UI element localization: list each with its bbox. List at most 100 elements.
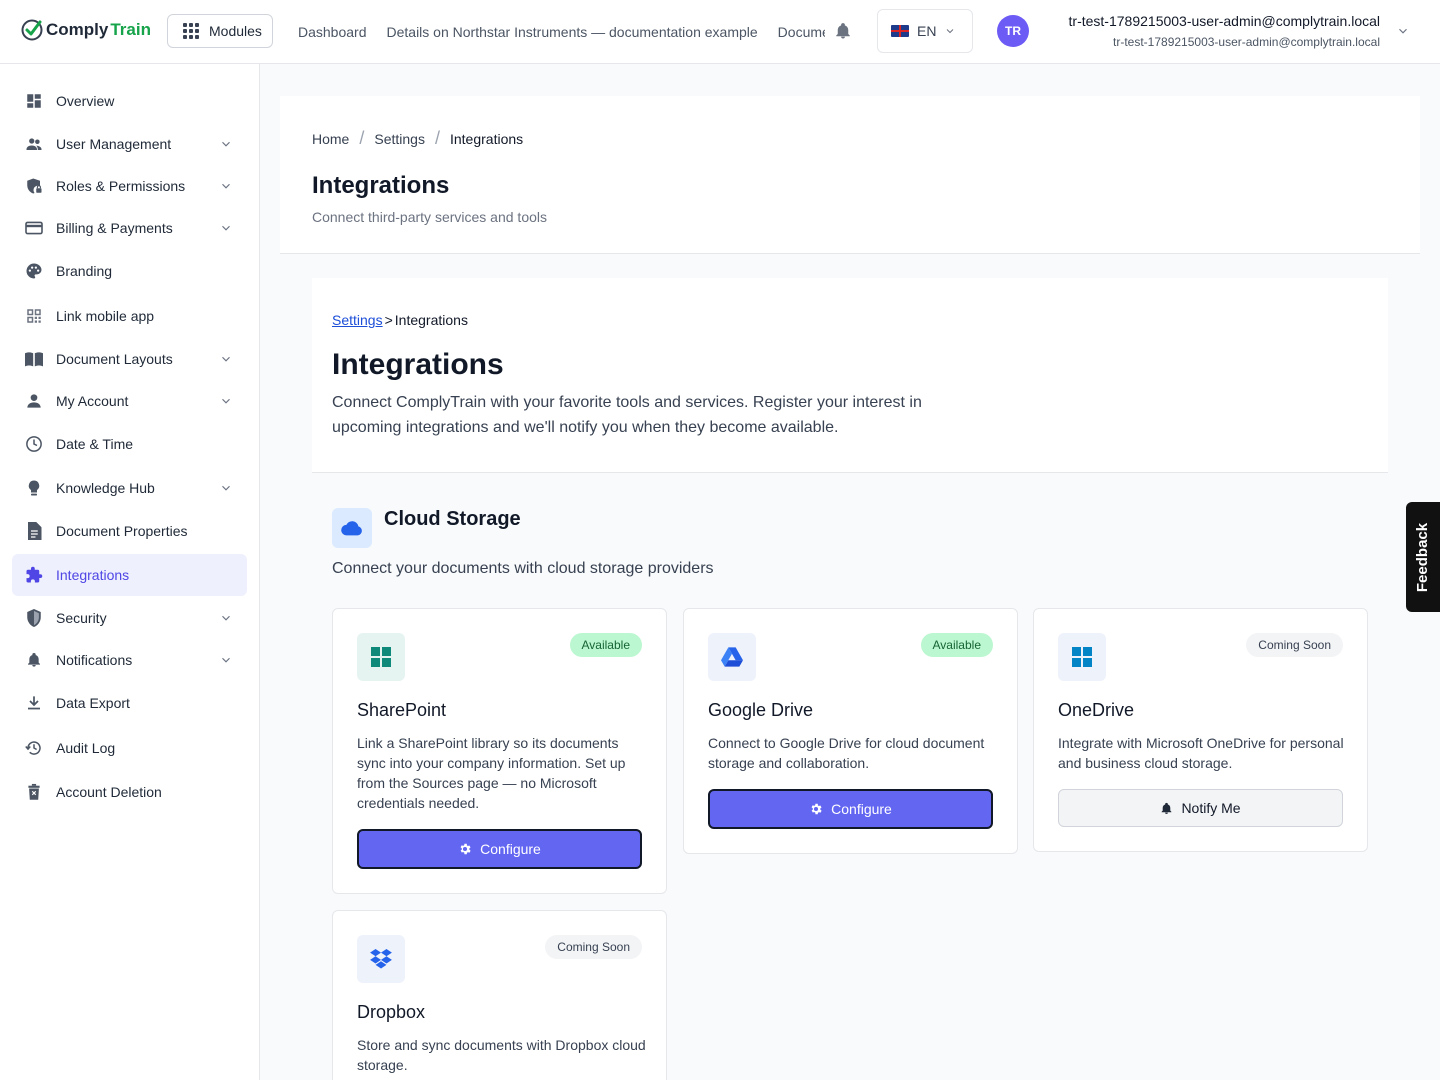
chevron-down-icon <box>222 398 230 404</box>
integration-card-onedrive: Coming Soon OneDrive Integrate with Micr… <box>1033 608 1368 852</box>
sidebar-item-label: Link mobile app <box>56 308 155 324</box>
sidebar-item-billing-payments[interactable]: Billing & Payments <box>12 207 247 249</box>
breadcrumb-settings[interactable]: Settings <box>374 131 425 147</box>
status-badge: Coming Soon <box>1246 633 1343 657</box>
page-title: Integrations <box>312 172 450 199</box>
nav-company-details[interactable]: Details on Northstar Instruments — docum… <box>387 24 758 40</box>
status-badge: Available <box>920 633 993 657</box>
integration-card-google-drive: Available Google Drive Connect to Google… <box>683 608 1018 854</box>
status-badge: Available <box>569 633 642 657</box>
notification-bell-icon[interactable] <box>834 22 852 40</box>
sidebar-item-security[interactable]: Security <box>12 597 247 639</box>
chevron-down-icon <box>222 657 230 663</box>
nav-documents[interactable]: Documents <box>778 24 825 40</box>
sidebar-item-label: Billing & Payments <box>56 220 173 236</box>
feedback-label: Feedback <box>1414 522 1432 592</box>
sidebar-item-notifications[interactable]: Notifications <box>12 639 247 681</box>
breadcrumb-home[interactable]: Home <box>312 131 349 147</box>
section-description: Connect your documents with cloud storag… <box>332 560 714 577</box>
dropbox-icon <box>357 935 405 983</box>
language-selector[interactable]: EN <box>877 9 973 53</box>
user-menu-chevron-icon[interactable] <box>1396 24 1410 38</box>
integration-description: Integrate with Microsoft OneDrive for pe… <box>1058 735 1344 771</box>
sidebar-item-label: Knowledge Hub <box>56 480 155 496</box>
sidebar-item-label: Document Layouts <box>56 351 173 367</box>
configure-button[interactable]: Configure <box>708 789 993 829</box>
inner-breadcrumb: Settings > Integrations <box>332 312 468 328</box>
cloud-icon <box>332 508 372 548</box>
sidebar-item-label: Date & Time <box>56 436 134 452</box>
top-bar: Comply Train Modules Dashboard Details on… <box>0 0 1440 64</box>
breadcrumb-separator: / <box>359 128 365 148</box>
chevron-down-icon <box>222 141 230 147</box>
sidebar-item-document-layouts[interactable]: Document Layouts <box>12 338 247 380</box>
integrations-panel: Settings > Integrations Integrations Con… <box>312 278 1388 1080</box>
uk-flag-icon <box>891 25 909 37</box>
sidebar-item-link-mobile-app[interactable]: Link mobile app <box>12 295 247 337</box>
chevron-down-icon <box>222 356 230 362</box>
sidebar-item-user-management[interactable]: User Management <box>12 123 247 165</box>
top-navigation: Dashboard Details on Northstar Instrumen… <box>298 0 825 64</box>
notify-me-label: Notify Me <box>1181 800 1241 816</box>
configure-button[interactable]: Configure <box>357 829 642 869</box>
shield-icon <box>24 608 44 628</box>
page-subtitle: Connect third-party services and tools <box>312 209 547 225</box>
sidebar-item-knowledge-hub[interactable]: Knowledge Hub <box>12 467 247 509</box>
integration-name: Dropbox <box>357 1002 426 1022</box>
brand-logo[interactable]: Comply Train <box>20 18 151 42</box>
sidebar-item-label: User Management <box>56 136 172 152</box>
user-name[interactable]: tr-test-1789215003-user-admin@complytrai… <box>1069 13 1380 29</box>
sidebar-item-audit-log[interactable]: Audit Log <box>12 727 247 769</box>
onedrive-icon <box>1058 633 1106 681</box>
section-title: Cloud Storage <box>384 508 521 530</box>
sidebar-item-my-account[interactable]: My Account <box>12 380 247 422</box>
sidebar-item-branding[interactable]: Branding <box>12 250 247 292</box>
modules-button[interactable]: Modules <box>167 14 273 48</box>
book-icon <box>24 349 44 369</box>
integrations-title: Integrations <box>332 348 504 381</box>
integration-name: SharePoint <box>357 700 447 720</box>
chevron-down-icon <box>222 485 230 491</box>
configure-label: Configure <box>831 801 892 817</box>
brand-name-part1: Comply <box>46 20 109 39</box>
checkmark-logo-icon <box>21 19 43 41</box>
language-label: EN <box>917 23 937 39</box>
clock-icon <box>24 434 44 454</box>
sidebar-item-label: Overview <box>56 93 115 109</box>
lightbulb-icon <box>24 478 44 498</box>
breadcrumb-current: Integrations <box>394 312 468 328</box>
sidebar-item-overview[interactable]: Overview <box>12 80 247 122</box>
modules-label: Modules <box>209 23 262 39</box>
sidebar-item-date-time[interactable]: Date & Time <box>12 423 247 465</box>
nav-dashboard[interactable]: Dashboard <box>298 24 367 40</box>
grid-icon <box>183 23 199 39</box>
sidebar: Overview User Management Roles & Permiss… <box>0 64 260 1080</box>
chevron-down-icon <box>947 29 954 34</box>
sidebar-item-account-deletion[interactable]: Account Deletion <box>12 771 247 813</box>
integration-card-sharepoint: Available SharePoint Link a SharePoint l… <box>332 608 667 894</box>
integration-name: OneDrive <box>1058 700 1135 720</box>
dashboard-icon <box>24 91 44 111</box>
sidebar-item-data-export[interactable]: Data Export <box>12 682 247 724</box>
sharepoint-icon <box>357 633 405 681</box>
download-icon <box>24 693 44 713</box>
bell-icon <box>1162 802 1172 814</box>
page-header: Home / Settings / Integrations Integrati… <box>280 96 1420 254</box>
chevron-down-icon <box>222 225 230 231</box>
history-icon <box>24 738 44 758</box>
main-content: Home / Settings / Integrations Integrati… <box>260 64 1440 1080</box>
feedback-tab[interactable]: Feedback <box>1406 502 1440 612</box>
sidebar-item-label: Integrations <box>56 567 130 583</box>
sidebar-item-roles-permissions[interactable]: Roles & Permissions <box>12 165 247 207</box>
notify-me-button[interactable]: Notify Me <box>1058 789 1343 827</box>
person-icon <box>24 391 44 411</box>
user-avatar[interactable]: TR <box>997 15 1029 47</box>
puzzle-icon <box>24 565 44 585</box>
status-badge: Coming Soon <box>545 935 642 959</box>
user-email: tr-test-1789215003-user-admin@complytrai… <box>1113 35 1380 49</box>
breadcrumb-settings-link[interactable]: Settings <box>332 312 383 328</box>
breadcrumb-separator: / <box>434 128 440 148</box>
sidebar-item-document-properties[interactable]: Document Properties <box>12 510 247 552</box>
sidebar-item-integrations[interactable]: Integrations <box>12 554 247 596</box>
configure-label: Configure <box>480 841 541 857</box>
